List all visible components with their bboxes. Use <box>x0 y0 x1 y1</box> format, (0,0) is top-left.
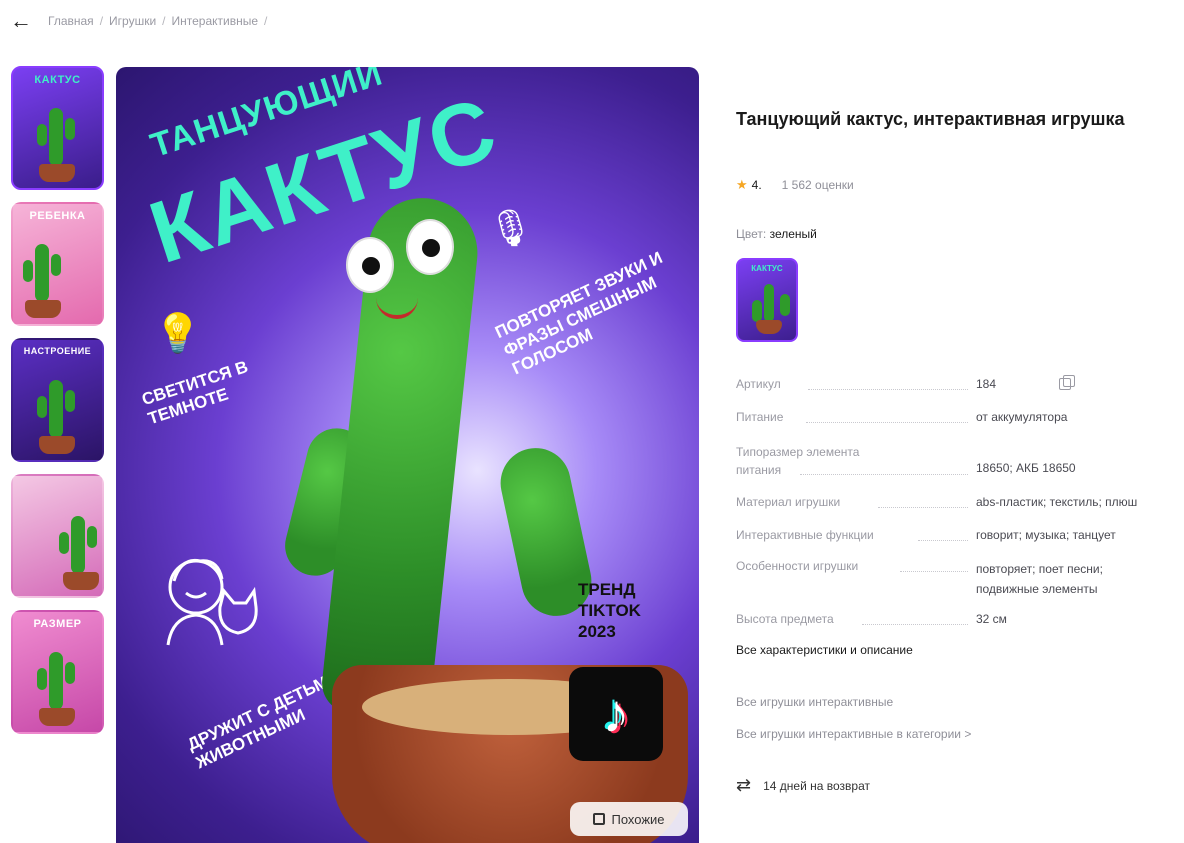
spec-dots <box>878 507 968 508</box>
thumbnail-label: НАСТРОЕНИЕ <box>23 346 92 356</box>
microphone-icon: 🎙 <box>488 207 534 248</box>
cactus-toy-image <box>278 192 598 737</box>
spec-value: говорит; музыка; танцует <box>976 528 1116 542</box>
spec-dots <box>808 389 968 390</box>
breadcrumb-interactive[interactable]: Интерактивные <box>172 14 259 28</box>
color-value: зеленый <box>769 227 817 241</box>
thumbnail-label: РЕБЕНКА <box>29 210 86 222</box>
cactus-eye <box>406 219 454 275</box>
cactus-image <box>37 108 75 166</box>
spec-dots <box>900 571 968 572</box>
tiktok-logo-icon: ♪ <box>569 667 663 761</box>
rating-row: ★ 4. 1 562 оценки <box>736 177 854 193</box>
all-interactive-toys-category-link[interactable]: Все игрушки интерактивные в категории > <box>736 727 971 741</box>
thumbnail-label: КАКТУС <box>34 74 81 86</box>
spec-value: abs-пластик; текстиль; плюш <box>976 495 1138 509</box>
color-swatch-green[interactable]: КАКТУС <box>736 258 798 342</box>
spec-dots <box>918 540 968 541</box>
spec-value: 18650; АКБ 18650 <box>976 461 1076 475</box>
pot-image <box>39 164 75 182</box>
star-icon: ★ <box>736 177 748 192</box>
similar-icon <box>593 813 606 825</box>
color-label: Цвет: <box>736 227 767 241</box>
spec-dots <box>800 474 968 475</box>
product-title: Танцующий кактус, интерактивная игрушка <box>736 109 1125 129</box>
cactus-eye <box>346 237 394 293</box>
pot-image <box>39 708 75 726</box>
cactus-image <box>23 244 61 302</box>
breadcrumb-separator: / <box>264 14 268 28</box>
thumbnail-2[interactable]: РЕБЕНКА <box>11 202 104 326</box>
trend-badge-text: ТРЕНД TIKTOK 2023 <box>578 580 641 641</box>
breadcrumb-toys[interactable]: Игрушки <box>109 14 156 28</box>
thumbnail-3[interactable]: НАСТРОЕНИЕ <box>11 338 104 462</box>
pot-image <box>756 320 782 334</box>
rating-count-link[interactable]: 1 562 оценки <box>782 178 854 192</box>
feature-repeat-text: ПОВТОРЯЕТ ЗВУКИ И ФРАЗЫ СМЕШНЫМ ГОЛОСОМ <box>492 247 666 379</box>
rating-value: 4. <box>751 178 762 192</box>
return-arrows-icon: ⇄ <box>736 775 752 795</box>
return-info: ⇄ 14 дней на возврат <box>736 775 870 796</box>
spec-value: 184 <box>976 377 997 391</box>
copy-icon[interactable] <box>1059 375 1075 390</box>
cactus-image <box>752 284 790 322</box>
lightbulb-icon: 💡 <box>154 313 202 355</box>
spec-dots <box>806 422 968 423</box>
thumbnail-list: КАКТУС РЕБЕНКА НАСТРОЕНИЕ РАЗМЕР <box>11 66 106 746</box>
child-and-cat-icon <box>166 558 258 646</box>
thumbnail-1[interactable]: КАКТУС <box>11 66 104 190</box>
feature-glow-text: СВЕТИТСЯ В ТЕМНОТЕ <box>139 357 251 429</box>
swatch-label: КАКТУС <box>751 264 783 273</box>
pot-image <box>39 436 75 454</box>
spec-key: Особенности игрушки <box>736 559 859 573</box>
spec-value: от аккумулятора <box>976 410 1068 424</box>
spec-value: повторяет; поет песни; подвижные элемент… <box>976 562 1103 596</box>
breadcrumb-separator: / <box>99 14 104 28</box>
color-row: Цвет: зеленый <box>736 227 817 241</box>
thumbnail-label: РАЗМЕР <box>33 618 82 630</box>
back-arrow-icon[interactable]: ← <box>10 10 32 32</box>
similar-button[interactable]: Похожие <box>570 802 688 836</box>
return-text: 14 дней на возврат <box>763 778 870 793</box>
breadcrumb-separator: / <box>162 14 166 28</box>
thumbnail-5[interactable]: РАЗМЕР <box>11 610 104 734</box>
cactus-image <box>59 516 97 574</box>
pot-image <box>63 572 99 590</box>
similar-label: Похожие <box>611 811 665 827</box>
cactus-image <box>37 652 75 710</box>
spec-dots <box>862 624 968 625</box>
spec-row-features: Особенности игрушки повторяет; поет песн… <box>736 559 1184 599</box>
all-interactive-toys-link[interactable]: Все игрушки интерактивные <box>736 695 893 709</box>
cactus-image <box>37 380 75 438</box>
thumbnail-4[interactable] <box>11 474 104 598</box>
breadcrumb: ← Главная / Игрушки / Интерактивные / <box>10 8 273 34</box>
spec-value: 32 см <box>976 612 1007 626</box>
all-specs-link[interactable]: Все характеристики и описание <box>736 643 913 657</box>
pot-image <box>25 300 61 318</box>
breadcrumb-home[interactable]: Главная <box>48 14 94 28</box>
main-product-image[interactable]: ТАНЦУЮЩИЙ КАКТУС 💡 СВЕТИТСЯ В ТЕМНОТЕ 🎙 … <box>116 67 699 843</box>
